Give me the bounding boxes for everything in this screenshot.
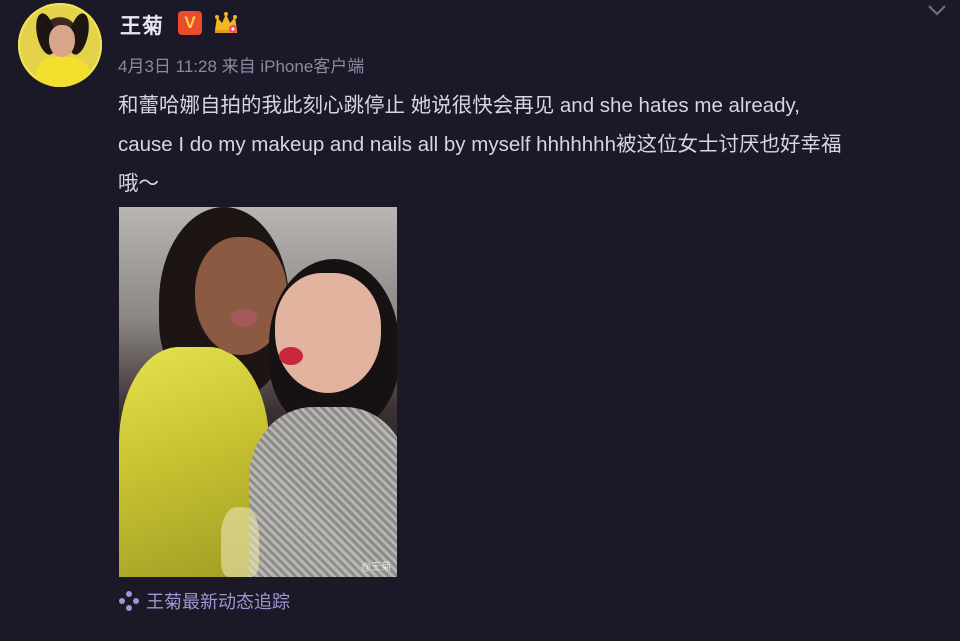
verified-badge-icon[interactable]: V [178, 11, 202, 35]
chevron-down-icon[interactable] [926, 2, 948, 18]
photo-watermark: @王菊 [360, 562, 391, 573]
avatar-shirt [36, 57, 90, 87]
crown-icon[interactable] [212, 10, 240, 36]
post-meta: 4月3日 11:28 来自 iPhone客户端 [118, 57, 365, 76]
photo-person-right-body [249, 407, 397, 577]
topic-link-label: 王菊最新动态追踪 [146, 592, 290, 612]
avatar-face [49, 25, 75, 57]
photo-person-right-lips [279, 347, 303, 365]
post-text: 和蕾哈娜自拍的我此刻心跳停止 她说很快会再见 and she hates me … [118, 94, 842, 195]
user-avatar[interactable] [18, 3, 102, 87]
topic-link[interactable]: 王菊最新动态追踪 [118, 588, 290, 614]
photo-champagne-glass [221, 507, 259, 577]
photo-person-left-lips [231, 309, 257, 327]
sparkle-icon [119, 591, 139, 611]
photo-person-right-face [275, 273, 381, 393]
weibo-post-card: 王菊 V 4月3日 11:28 来自 iPhone客户端 和蕾哈娜自拍的我此刻心… [0, 0, 960, 641]
username[interactable]: 王菊 [120, 10, 164, 40]
post-photo[interactable]: @王菊 [119, 207, 397, 577]
